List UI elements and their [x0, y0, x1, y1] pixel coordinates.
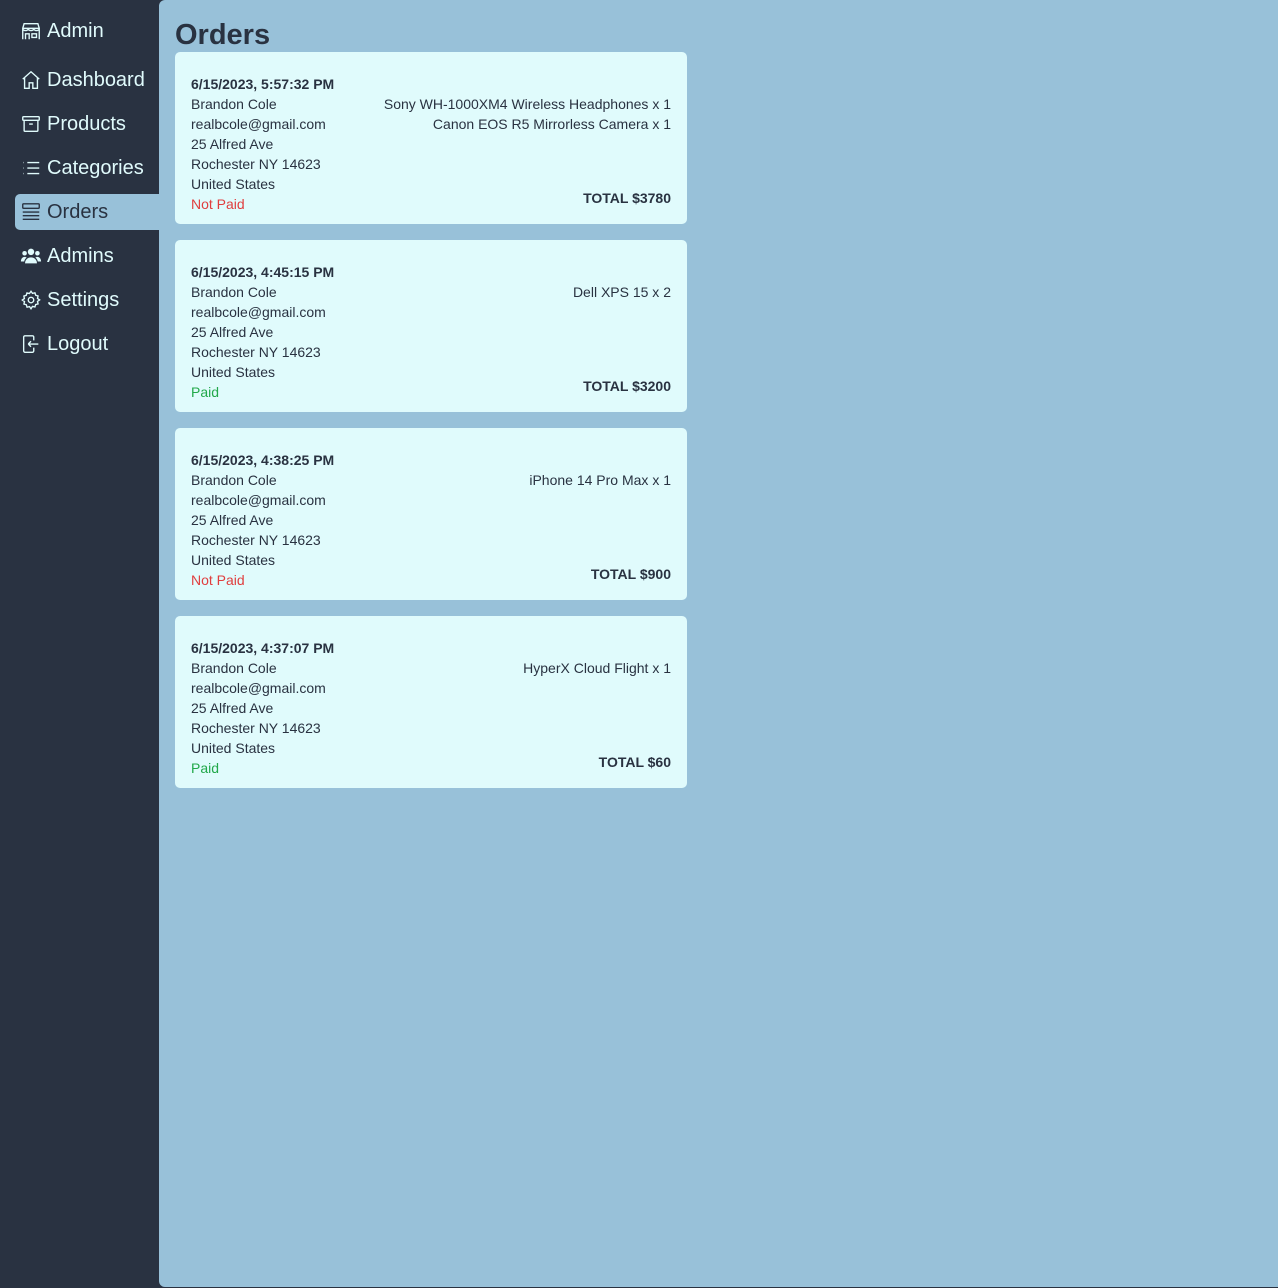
order-card: 6/15/2023, 4:37:07 PM Brandon Cole realb…: [175, 616, 687, 788]
order-card: 6/15/2023, 4:38:25 PM Brandon Cole realb…: [175, 428, 687, 600]
order-item: Sony WH-1000XM4 Wireless Headphones x 1: [383, 96, 671, 112]
brand-label: Admin: [47, 19, 104, 42]
order-customer-info: 6/15/2023, 4:38:25 PM Brandon Cole realb…: [191, 444, 335, 588]
sidebar-item-logout[interactable]: Logout: [15, 326, 159, 362]
order-date: 6/15/2023, 5:57:32 PM: [191, 76, 335, 92]
logout-icon: [20, 333, 42, 355]
customer-street: 25 Alfred Ave: [191, 512, 274, 528]
sidebar-item-label: Categories: [47, 156, 144, 179]
sidebar-item-dashboard[interactable]: Dashboard: [15, 62, 159, 98]
customer-country: United States: [191, 176, 276, 192]
payment-status: Not Paid: [191, 196, 245, 212]
customer-country: United States: [191, 364, 276, 380]
customer-name: Brandon Cole: [191, 472, 277, 488]
customer-city: Rochester NY 14623: [191, 720, 321, 736]
orders-list: 6/15/2023, 5:57:32 PM Brandon Cole realb…: [175, 52, 687, 788]
customer-street: 25 Alfred Ave: [191, 136, 274, 152]
order-items: iPhone 14 Pro Max x 1 TOTAL $900: [529, 444, 671, 584]
queue-list-icon: [20, 201, 42, 223]
sidebar-item-settings[interactable]: Settings: [15, 282, 159, 318]
payment-status: Not Paid: [191, 572, 245, 588]
store-icon: [20, 20, 42, 42]
sidebar-item-orders[interactable]: Orders: [15, 194, 159, 230]
order-customer-info: 6/15/2023, 4:37:07 PM Brandon Cole realb…: [191, 632, 335, 776]
customer-street: 25 Alfred Ave: [191, 324, 274, 340]
page-title: Orders: [175, 19, 271, 51]
main-content: Orders 6/15/2023, 5:57:32 PM Brandon Col…: [159, 0, 1278, 1287]
sidebar-item-admins[interactable]: Admins: [15, 238, 159, 274]
sidebar-item-categories[interactable]: Categories: [15, 150, 159, 186]
list-icon: [20, 157, 42, 179]
order-customer-info: 6/15/2023, 5:57:32 PM Brandon Cole realb…: [191, 68, 335, 212]
order-items: Dell XPS 15 x 2 TOTAL $3200: [573, 256, 671, 396]
sidebar-item-label: Admins: [47, 244, 114, 267]
brand-logo[interactable]: Admin: [20, 16, 159, 46]
customer-email: realbcole@gmail.com: [191, 680, 326, 696]
sidebar-item-label: Settings: [47, 288, 120, 311]
sidebar: Admin Dashboard Products Categories Orde…: [0, 0, 159, 1288]
customer-street: 25 Alfred Ave: [191, 700, 274, 716]
customer-city: Rochester NY 14623: [191, 344, 321, 360]
payment-status: Paid: [191, 384, 220, 400]
customer-city: Rochester NY 14623: [191, 532, 321, 548]
order-item: Dell XPS 15 x 2: [572, 284, 671, 300]
sidebar-nav: Dashboard Products Categories Orders Adm…: [0, 62, 159, 362]
home-icon: [20, 69, 42, 91]
order-date: 6/15/2023, 4:38:25 PM: [191, 452, 335, 468]
order-date: 6/15/2023, 4:37:07 PM: [191, 640, 335, 656]
sidebar-item-label: Logout: [47, 332, 109, 355]
order-item: Canon EOS R5 Mirrorless Camera x 1: [432, 116, 671, 132]
order-item: iPhone 14 Pro Max x 1: [529, 472, 671, 488]
order-total: TOTAL $60: [598, 754, 671, 770]
gear-icon: [20, 289, 42, 311]
archive-icon: [20, 113, 42, 135]
customer-email: realbcole@gmail.com: [191, 304, 326, 320]
order-customer-info: 6/15/2023, 4:45:15 PM Brandon Cole realb…: [191, 256, 335, 400]
order-card: 6/15/2023, 4:45:15 PM Brandon Cole realb…: [175, 240, 687, 412]
order-card: 6/15/2023, 5:57:32 PM Brandon Cole realb…: [175, 52, 687, 224]
sidebar-item-products[interactable]: Products: [15, 106, 159, 142]
customer-name: Brandon Cole: [191, 284, 277, 300]
customer-email: realbcole@gmail.com: [191, 492, 326, 508]
sidebar-item-label: Orders: [47, 200, 109, 223]
order-total: TOTAL $3780: [583, 190, 671, 206]
payment-status: Paid: [191, 760, 220, 776]
sidebar-item-label: Products: [47, 112, 126, 135]
order-items: Sony WH-1000XM4 Wireless Headphones x 1 …: [384, 68, 671, 208]
users-icon: [20, 245, 42, 267]
order-item: HyperX Cloud Flight x 1: [523, 660, 671, 676]
order-total: TOTAL $900: [590, 566, 671, 582]
customer-name: Brandon Cole: [191, 96, 277, 112]
customer-name: Brandon Cole: [191, 660, 277, 676]
customer-city: Rochester NY 14623: [191, 156, 321, 172]
customer-country: United States: [191, 740, 276, 756]
order-total: TOTAL $3200: [583, 378, 671, 394]
sidebar-item-label: Dashboard: [47, 68, 145, 91]
order-date: 6/15/2023, 4:45:15 PM: [191, 264, 335, 280]
order-items: HyperX Cloud Flight x 1 TOTAL $60: [523, 632, 671, 772]
customer-country: United States: [191, 552, 276, 568]
customer-email: realbcole@gmail.com: [191, 116, 326, 132]
